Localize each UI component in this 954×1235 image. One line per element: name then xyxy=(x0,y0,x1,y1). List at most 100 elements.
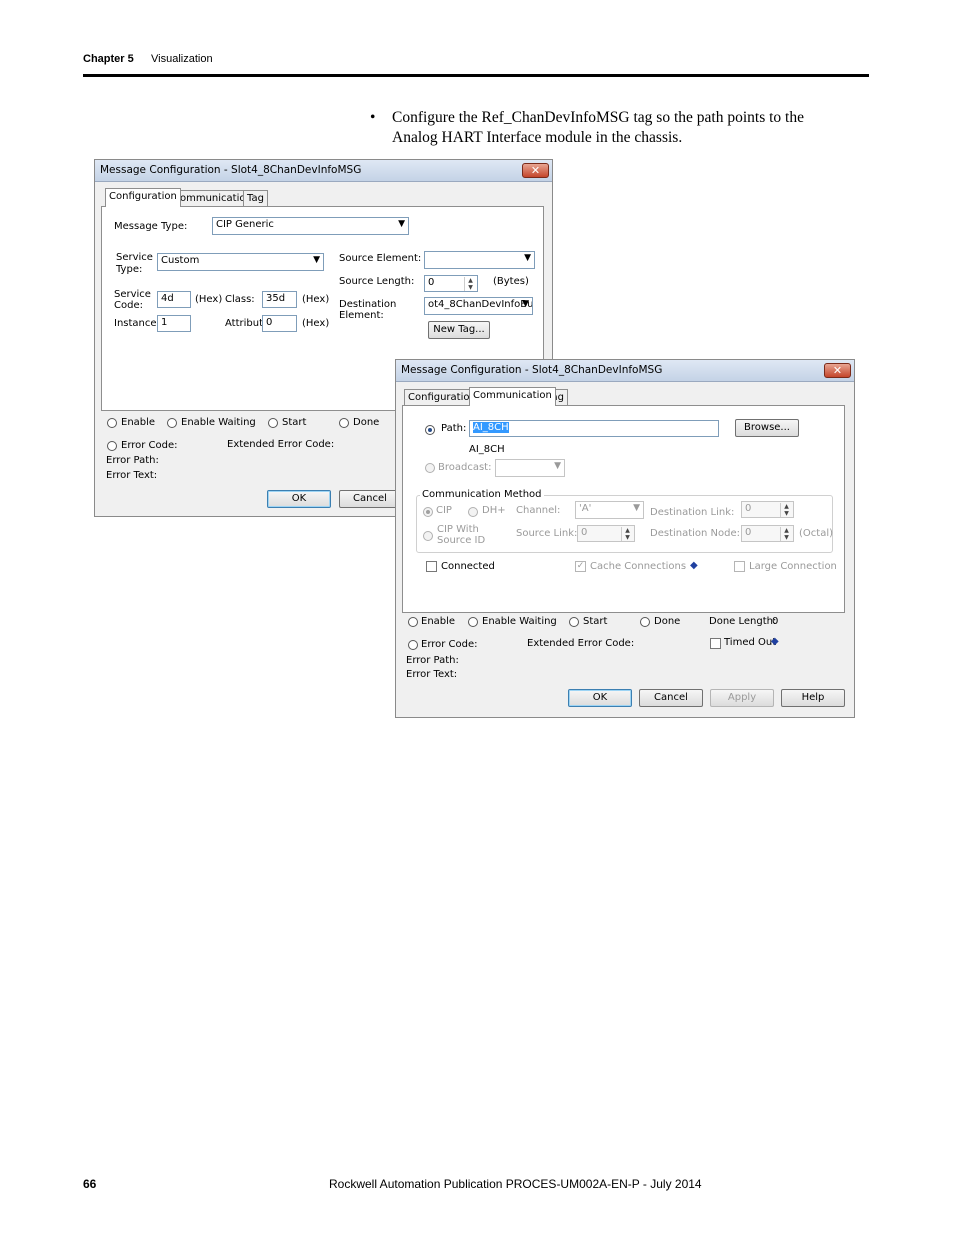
error-path-label: Error Path: xyxy=(106,455,159,466)
path-radio[interactable] xyxy=(425,425,435,435)
source-link-input[interactable]: 0 ▲ ▼ xyxy=(577,525,635,542)
chevron-down-icon: ▼ xyxy=(313,255,320,265)
hex-label: (Hex) xyxy=(302,318,330,329)
spinner-icon[interactable]: ▲ ▼ xyxy=(780,527,792,541)
tab-communication[interactable]: Communication xyxy=(469,387,556,406)
destination-element-select[interactable]: ot4_8ChanDevInfoBuf ▼ xyxy=(424,297,533,315)
channel-select[interactable]: 'A' ▼ xyxy=(575,501,644,519)
instruction-bullet: • Configure the Ref_ChanDevInfoMSG tag s… xyxy=(370,108,840,148)
start-indicator xyxy=(569,617,579,627)
error-code-label: Error Code: xyxy=(121,440,178,451)
done-indicator xyxy=(640,617,650,627)
message-type-select[interactable]: CIP Generic ▼ xyxy=(212,217,409,235)
source-link-label: Source Link: xyxy=(516,528,578,539)
header-rule xyxy=(83,74,869,77)
chevron-down-icon: ▼ xyxy=(524,253,531,263)
extended-error-code-label: Extended Error Code: xyxy=(227,439,335,450)
dialog-titlebar[interactable]: Message Configuration - Slot4_8ChanDevIn… xyxy=(396,360,854,382)
extended-error-code-label: Extended Error Code: xyxy=(527,638,635,649)
instance-label: Instance: xyxy=(114,318,160,329)
service-type-label-line1: Service xyxy=(116,252,153,263)
chevron-down-icon: ▼ xyxy=(554,461,561,471)
timed-out-arrow-icon: ◆ xyxy=(771,636,779,647)
chevron-down-icon: ▼ xyxy=(633,503,640,513)
connected-checkbox[interactable] xyxy=(426,561,437,572)
source-element-label: Source Element: xyxy=(339,253,422,264)
source-length-input[interactable]: 0 ▲ ▼ xyxy=(424,275,478,292)
source-link-value: 0 xyxy=(581,527,588,538)
attribute-input[interactable]: 0 xyxy=(262,315,297,332)
connected-label: Connected xyxy=(441,561,495,572)
class-label: Class: xyxy=(225,294,255,305)
error-code-indicator xyxy=(107,441,117,451)
path-label: Path: xyxy=(441,423,467,434)
enable-label: Enable xyxy=(121,417,156,428)
message-type-value: CIP Generic xyxy=(216,219,274,230)
apply-button[interactable]: Apply xyxy=(710,689,774,707)
close-button[interactable]: ✕ xyxy=(824,363,851,378)
instance-input[interactable]: 1 xyxy=(157,315,191,332)
hex-label: (Hex) xyxy=(195,294,223,305)
close-button[interactable]: ✕ xyxy=(522,163,549,178)
destination-node-input[interactable]: 0 ▲ ▼ xyxy=(741,525,794,542)
ok-button[interactable]: OK xyxy=(568,689,632,707)
destination-link-input[interactable]: 0 ▲ ▼ xyxy=(741,501,794,518)
spinner-icon[interactable]: ▲ ▼ xyxy=(780,503,792,517)
browse-button[interactable]: Browse... xyxy=(735,419,799,437)
page-number: 66 xyxy=(83,1177,97,1191)
error-path-label: Error Path: xyxy=(406,655,459,666)
channel-label: Channel: xyxy=(516,505,561,516)
done-length-label: Done Length: xyxy=(709,616,777,627)
message-type-label: Message Type: xyxy=(114,221,188,232)
message-configuration-dialog-front: Message Configuration - Slot4_8ChanDevIn… xyxy=(395,359,855,718)
cancel-button[interactable]: Cancel xyxy=(339,490,401,508)
enable-indicator xyxy=(408,617,418,627)
large-connection-label: Large Connection xyxy=(749,561,837,572)
publication-info: Rockwell Automation Publication PROCES-U… xyxy=(329,1177,702,1191)
path-input[interactable]: AI_8CH xyxy=(469,420,719,437)
tab-tag[interactable]: Tag xyxy=(243,190,268,207)
section-label: Visualization xyxy=(151,53,213,65)
help-button[interactable]: Help xyxy=(781,689,845,707)
destination-label-line1: Destination xyxy=(339,299,397,310)
service-type-select[interactable]: Custom ▼ xyxy=(157,253,324,271)
octal-label: (Octal) xyxy=(799,528,833,539)
service-type-label-line2: Type: xyxy=(116,264,143,275)
error-code-label: Error Code: xyxy=(421,639,478,650)
chevron-down-icon: ▼ xyxy=(522,299,529,309)
bytes-label: (Bytes) xyxy=(493,276,529,287)
done-label: Done xyxy=(654,616,681,627)
broadcast-select[interactable]: ▼ xyxy=(495,459,565,477)
new-tag-button[interactable]: New Tag... xyxy=(428,321,490,339)
cip-with-label-line1: CIP With xyxy=(437,524,479,535)
service-code-label-line1: Service xyxy=(114,289,151,300)
cip-with-source-id-radio[interactable] xyxy=(423,531,433,541)
instruction-text: Configure the Ref_ChanDevInfoMSG tag so … xyxy=(392,109,804,146)
cancel-button[interactable]: Cancel xyxy=(639,689,703,707)
source-element-select[interactable]: ▼ xyxy=(424,251,535,269)
enable-waiting-label: Enable Waiting xyxy=(181,417,256,428)
spinner-icon[interactable]: ▲ ▼ xyxy=(464,277,476,291)
service-code-label-line2: Code: xyxy=(114,300,143,311)
dialog-titlebar[interactable]: Message Configuration - Slot4_8ChanDevIn… xyxy=(95,160,552,182)
broadcast-radio[interactable] xyxy=(425,463,435,473)
chapter-label: Chapter 5 xyxy=(83,53,134,65)
cache-connections-checkbox[interactable]: ✓ xyxy=(575,561,586,572)
large-connection-checkbox[interactable] xyxy=(734,561,745,572)
enable-indicator xyxy=(107,418,117,428)
enable-waiting-indicator xyxy=(468,617,478,627)
spinner-icon[interactable]: ▲ ▼ xyxy=(621,527,633,541)
enable-waiting-label: Enable Waiting xyxy=(482,616,557,627)
service-code-input[interactable]: 4d xyxy=(157,291,191,308)
cip-radio[interactable] xyxy=(423,507,433,517)
cache-connections-label: Cache Connections xyxy=(590,561,687,572)
broadcast-label: Broadcast: xyxy=(438,462,492,473)
cip-with-label-line2: Source ID xyxy=(437,535,486,546)
communication-panel: Path: AI_8CH Browse... AI_8CH Broadcast:… xyxy=(402,405,845,613)
dhplus-radio[interactable] xyxy=(468,507,478,517)
ok-button[interactable]: OK xyxy=(267,490,331,508)
start-label: Start xyxy=(583,616,608,627)
enable-label: Enable xyxy=(421,616,456,627)
class-input[interactable]: 35d xyxy=(262,291,297,308)
tab-configuration[interactable]: Configuration xyxy=(105,188,181,207)
